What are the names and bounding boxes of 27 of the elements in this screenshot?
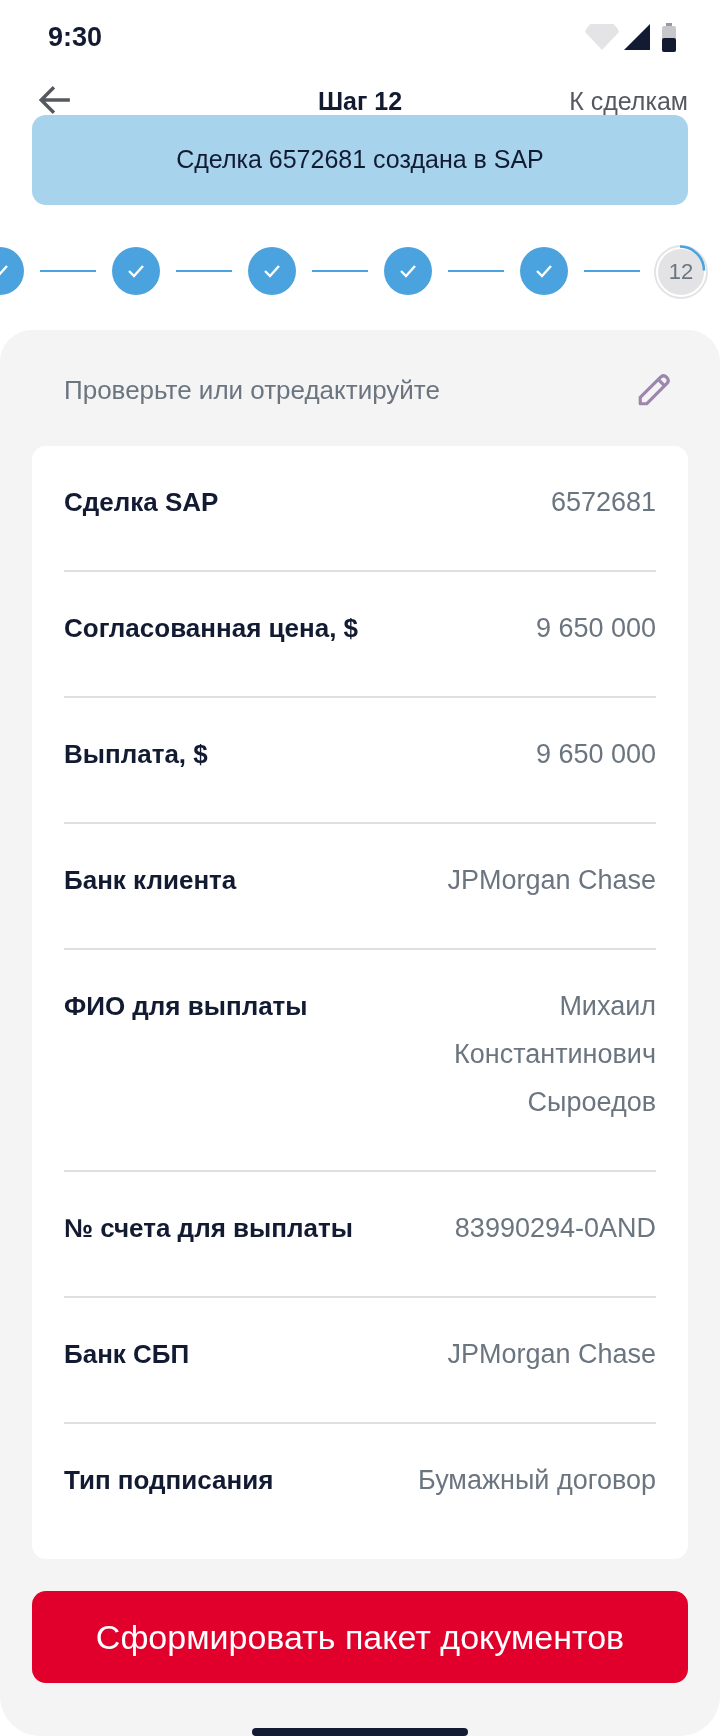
field-label: № счета для выплаты bbox=[64, 1212, 353, 1245]
step-number: 12 bbox=[656, 247, 706, 298]
field-value: JPMorgan Chase bbox=[447, 1338, 656, 1371]
field-value: Михаил Константинович Сыроедов bbox=[453, 990, 656, 1119]
field-label: Тип подписания bbox=[64, 1464, 274, 1497]
field-value: Бумажный договор bbox=[418, 1464, 656, 1497]
field-label: ФИО для выплаты bbox=[64, 990, 308, 1023]
field-value: JPMorgan Chase bbox=[447, 864, 656, 897]
battery-icon bbox=[662, 22, 676, 52]
field-label: Согласованная цена, $ bbox=[64, 612, 359, 645]
signal-icon bbox=[624, 24, 650, 51]
status-time: 9:30 bbox=[48, 21, 103, 53]
field-label: Банк СБП bbox=[64, 1338, 190, 1371]
toast-notification: Сделка 6572681 создана в SAP bbox=[32, 114, 688, 205]
field-value: 9 650 000 bbox=[535, 738, 656, 771]
field-value: 9 650 000 bbox=[535, 612, 656, 645]
field-label: Банк клиента bbox=[64, 864, 237, 897]
edit-pencil-icon[interactable] bbox=[636, 372, 672, 408]
wifi-icon bbox=[584, 23, 620, 51]
field-value: 83990294-0AND bbox=[454, 1212, 656, 1245]
field-label: Сделка SAP bbox=[64, 486, 219, 519]
field-value: 6572681 bbox=[550, 486, 656, 519]
panel-title: Проверьте или отредактируйте bbox=[64, 374, 440, 406]
deals-link[interactable]: К сделкам bbox=[569, 86, 688, 116]
screen-title: Шаг 12 bbox=[316, 86, 404, 116]
field-label: Выплата, $ bbox=[64, 738, 208, 771]
generate-documents-button[interactable]: Сформировать пакет документов bbox=[32, 1591, 688, 1683]
